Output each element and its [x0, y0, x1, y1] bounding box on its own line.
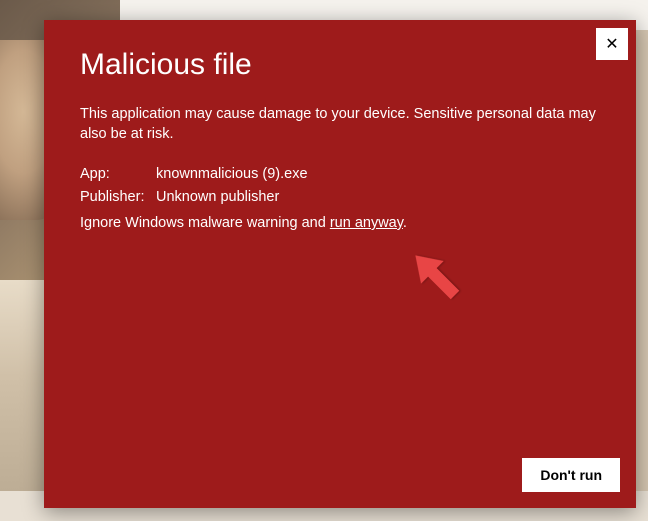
- app-label: App:: [80, 163, 156, 186]
- publisher-value: Unknown publisher: [156, 186, 600, 209]
- run-anyway-link[interactable]: run anyway: [330, 215, 403, 231]
- publisher-info-row: Publisher: Unknown publisher: [80, 186, 600, 209]
- dont-run-button[interactable]: Don't run: [522, 458, 620, 492]
- ignore-warning-text: Ignore Windows malware warning and run a…: [80, 215, 600, 231]
- ignore-prefix: Ignore Windows malware warning and: [80, 215, 330, 231]
- publisher-label: Publisher:: [80, 186, 156, 209]
- close-icon: ✕: [605, 34, 618, 54]
- dialog-content: Malicious file This application may caus…: [44, 20, 636, 251]
- app-value: knownmalicious (9).exe: [156, 163, 600, 186]
- app-info-row: App: knownmalicious (9).exe: [80, 163, 600, 186]
- smartscreen-dialog: ✕ Malicious file This application may ca…: [44, 20, 636, 508]
- dialog-description: This application may cause damage to you…: [80, 104, 600, 145]
- ignore-suffix: .: [403, 215, 407, 231]
- dialog-title: Malicious file: [80, 48, 600, 82]
- close-button[interactable]: ✕: [596, 28, 628, 60]
